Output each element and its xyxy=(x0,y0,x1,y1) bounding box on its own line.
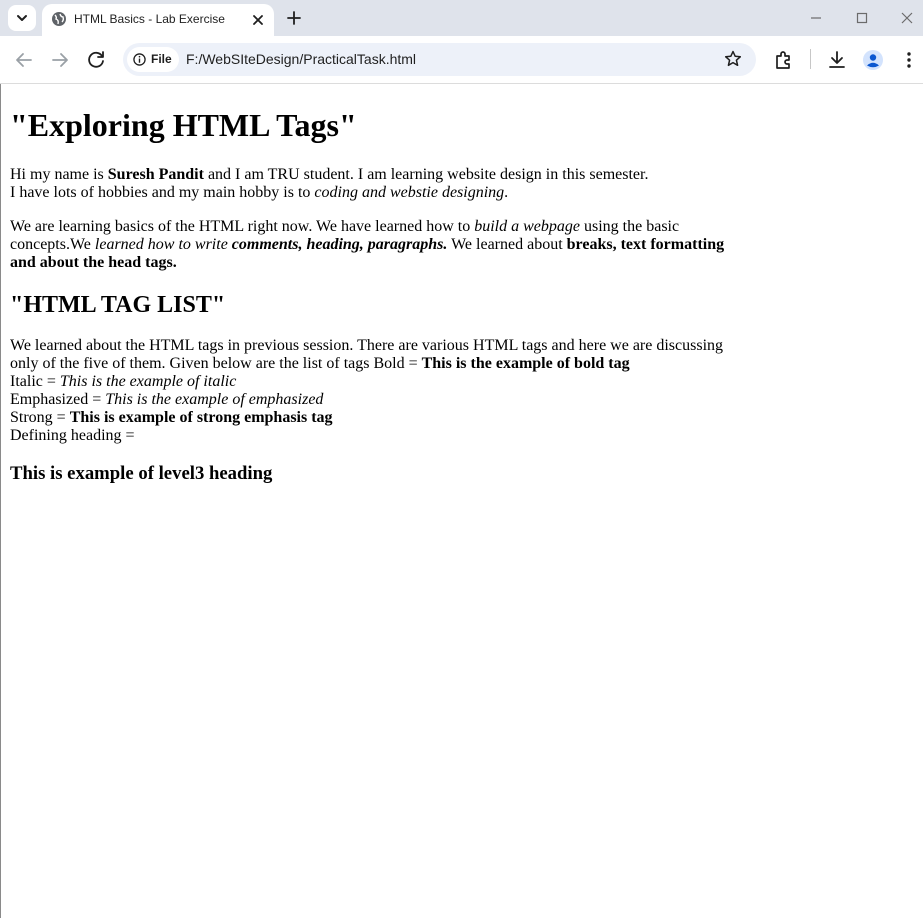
heading-label: Defining heading = xyxy=(10,427,135,444)
intro-text: I have lots of hobbies and my main hobby… xyxy=(10,184,315,201)
learning-emphasis: learned how to write xyxy=(94,236,232,253)
globe-icon xyxy=(52,12,66,26)
intro-text: and I am TRU student. I am learning webs… xyxy=(203,166,649,183)
tab-search-icon xyxy=(17,15,27,21)
intro-text: Hi my name is xyxy=(10,166,108,183)
italic-example: This is the example of italic xyxy=(59,373,237,390)
site-info-label: File xyxy=(151,52,172,66)
tab-title: HTML Basics - Lab Exercise xyxy=(74,12,225,26)
menu-icon[interactable] xyxy=(897,48,921,72)
url-text[interactable]: F:/WebSIteDesign/PracticalTask.html xyxy=(186,51,416,67)
back-icon[interactable] xyxy=(12,48,36,72)
emphasized-example: This is the example of emphasized xyxy=(105,391,324,408)
student-name: Suresh Pandit xyxy=(107,166,204,183)
italic-label: Italic = xyxy=(10,373,60,390)
info-icon xyxy=(133,53,146,66)
window-edge xyxy=(0,84,1,918)
page-content: "Exploring HTML Tags" Hi my name is Sure… xyxy=(10,84,740,485)
strong-example: This is example of strong emphasis tag xyxy=(69,409,333,426)
plus-icon[interactable] xyxy=(284,8,304,28)
window-close-icon[interactable] xyxy=(897,8,917,28)
profile-icon[interactable] xyxy=(861,48,885,72)
extensions-icon[interactable] xyxy=(772,48,796,72)
learning-bold-italic: comments, heading, paragraphs. xyxy=(231,236,448,253)
download-icon[interactable] xyxy=(825,48,849,72)
close-icon[interactable] xyxy=(250,12,266,28)
active-tab[interactable]: HTML Basics - Lab Exercise xyxy=(42,4,274,36)
main-hobby: coding and webstie designing xyxy=(314,184,505,201)
learning-text: We are learning basics of the HTML right… xyxy=(10,218,475,235)
emphasized-label: Emphasized = xyxy=(10,391,106,408)
toolbar: File F:/WebSIteDesign/PracticalTask.html xyxy=(0,36,923,84)
maximize-icon[interactable] xyxy=(852,8,872,28)
section-heading: "HTML TAG LIST" xyxy=(10,292,226,318)
learning-emphasis: build a webpage xyxy=(474,218,580,235)
strong-label: Strong = xyxy=(10,409,70,426)
intro-text: . xyxy=(504,184,509,201)
page-title: "Exploring HTML Tags" xyxy=(10,107,357,143)
learning-text: We learned about xyxy=(447,236,567,253)
toolbar-divider xyxy=(810,49,811,69)
minimize-icon[interactable] xyxy=(806,8,826,28)
bold-example: This is the example of bold tag xyxy=(421,355,630,372)
tab-search-button[interactable] xyxy=(8,5,36,31)
learning-paragraph: We are learning basics of the HTML right… xyxy=(10,218,740,272)
tag-list-paragraph: We learned about the HTML tags in previo… xyxy=(10,337,740,445)
address-bar[interactable]: File F:/WebSIteDesign/PracticalTask.html xyxy=(123,43,756,76)
forward-icon[interactable] xyxy=(48,48,72,72)
level3-heading: This is example of level3 heading xyxy=(10,463,273,484)
intro-paragraph: Hi my name is Suresh Pandit and I am TRU… xyxy=(10,166,740,202)
site-info-chip[interactable]: File xyxy=(127,47,179,72)
tab-strip: HTML Basics - Lab Exercise xyxy=(0,0,923,36)
star-icon[interactable] xyxy=(723,49,743,69)
reload-icon[interactable] xyxy=(84,48,108,72)
